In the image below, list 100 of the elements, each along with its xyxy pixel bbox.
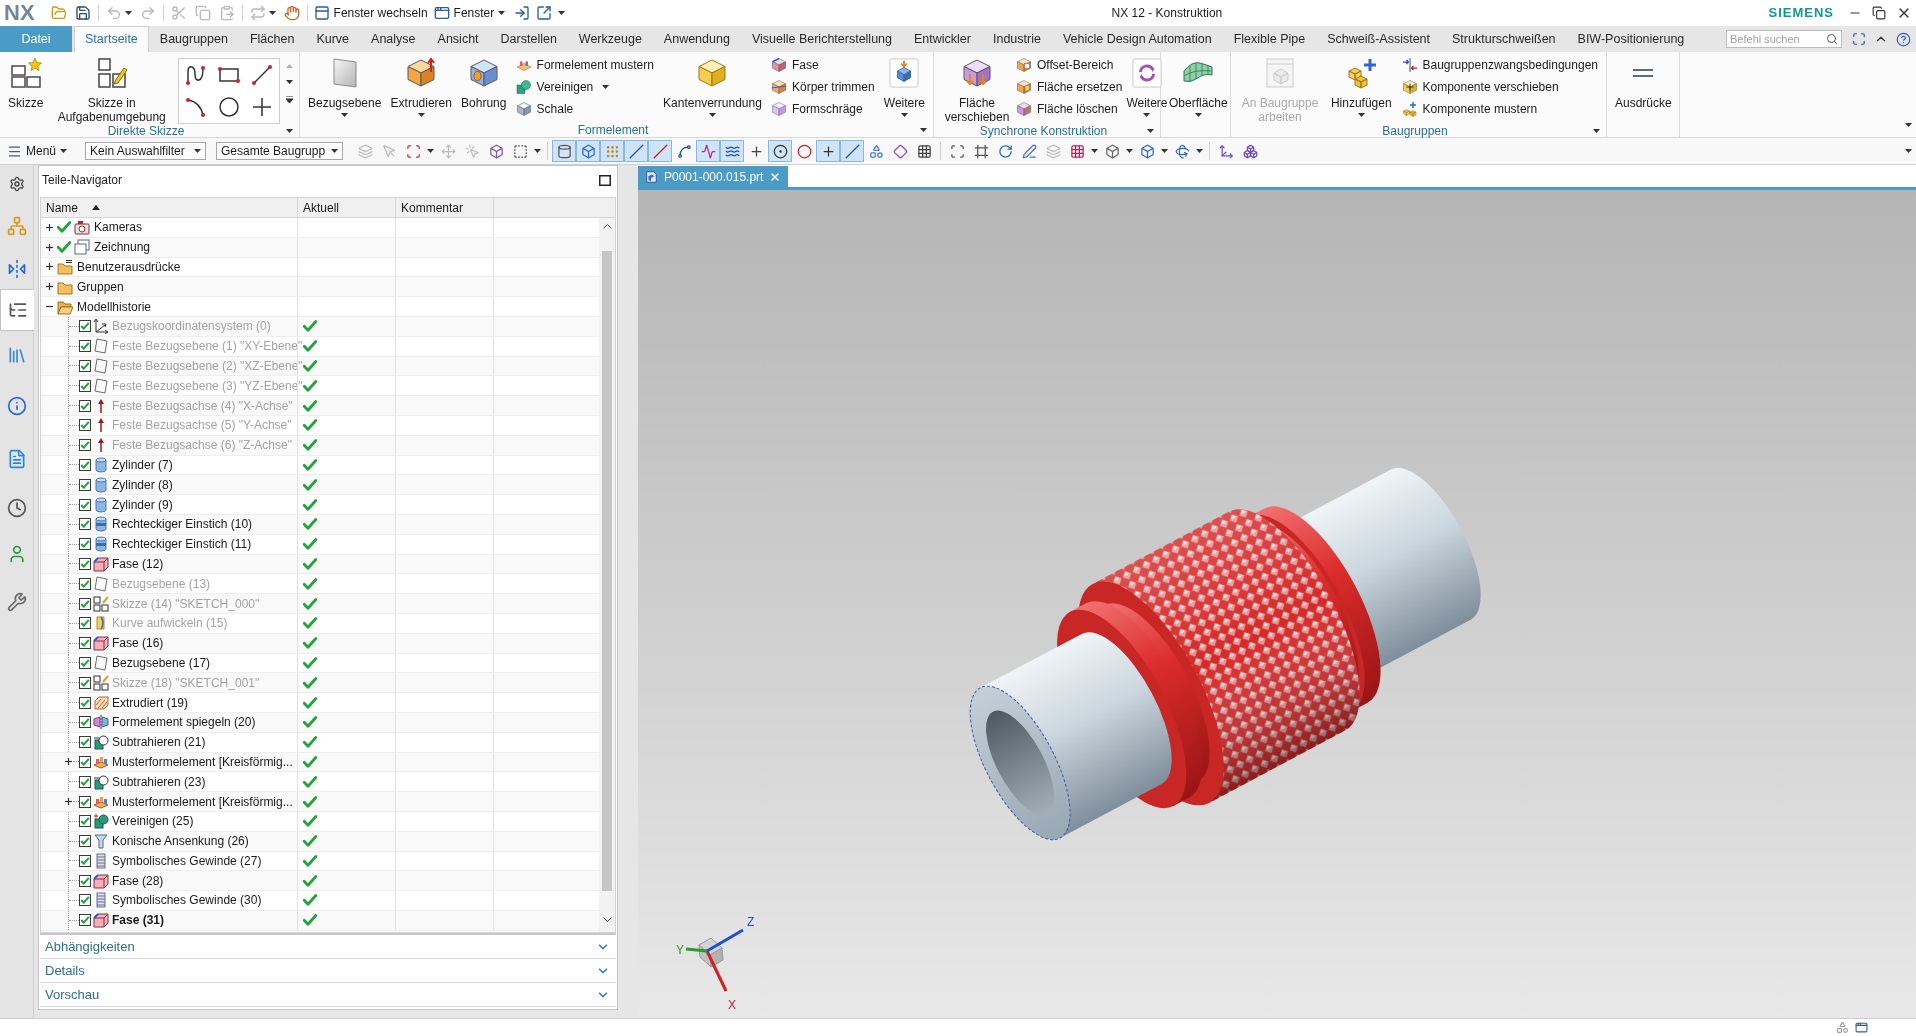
plus-icon[interactable]: [251, 96, 274, 118]
ribbon-button[interactable]: Komponente mustern: [1399, 98, 1600, 120]
tree-item-label[interactable]: Fase (28): [112, 871, 164, 890]
ribbon-button[interactable]: Fläche ersetzen: [1014, 76, 1125, 98]
ribbon-button[interactable]: Weitere: [881, 52, 927, 117]
ribbon-button[interactable]: Komponente verschieben: [1399, 76, 1600, 98]
checkbox[interactable]: [79, 874, 91, 887]
checkbox[interactable]: [79, 359, 91, 372]
filter-dropdown[interactable]: Kein Auswahlfilter: [85, 142, 207, 160]
settings-icon[interactable]: [8, 176, 25, 192]
tree-item-label[interactable]: Modellhistorie: [77, 297, 152, 316]
menu-tab[interactable]: Werkzeuge: [567, 26, 653, 52]
tool-button[interactable]: [720, 140, 745, 162]
section-header[interactable]: Vorschau: [40, 983, 616, 1007]
checkbox[interactable]: [79, 399, 91, 412]
checkbox[interactable]: [79, 656, 91, 669]
menu-tab[interactable]: BIW-Positionierung: [1566, 26, 1696, 52]
menu-tab[interactable]: Visuelle Berichterstellung: [740, 26, 903, 52]
tree-item-label[interactable]: Subtrahieren (23): [112, 772, 206, 791]
menu-tab[interactable]: Ansicht: [426, 26, 490, 52]
column-header[interactable]: Kommentar: [401, 198, 464, 217]
menu-tab[interactable]: Entwickler: [903, 26, 982, 52]
checkbox[interactable]: [79, 716, 91, 729]
ribbon-button[interactable]: Oberfläche: [1167, 52, 1230, 117]
menu-tab[interactable]: Flächen: [238, 26, 306, 52]
tree-item-label[interactable]: Symbolisches Gewinde (27): [112, 851, 262, 870]
circle-icon[interactable]: [218, 96, 240, 118]
ribbon-button[interactable]: Fase: [769, 54, 877, 76]
menu-tab[interactable]: Startseite: [74, 26, 149, 52]
tree-item-label[interactable]: Extrudiert (19): [112, 693, 189, 712]
checkbox[interactable]: [79, 379, 91, 392]
filter-dropdown[interactable]: Gesamte Baugrupp: [216, 142, 344, 160]
checkbox[interactable]: [79, 676, 91, 689]
ribbon-button[interactable]: Baugruppenzwangsbedingungen: [1399, 54, 1600, 76]
ribbon-button[interactable]: Skizze in Aufgabenumgebung: [55, 52, 168, 124]
column-header[interactable]: Aktuell: [303, 198, 340, 217]
ribbon-button[interactable]: Fläche verschieben: [940, 52, 1014, 124]
checkbox[interactable]: [79, 775, 91, 788]
tree-item-label[interactable]: Benutzerausdrücke: [77, 258, 181, 276]
window-icon[interactable]: [1855, 1021, 1868, 1034]
menu-tab[interactable]: Kurve: [305, 26, 361, 52]
scrollbar-thumb[interactable]: [602, 251, 612, 891]
checkbox[interactable]: [79, 340, 91, 353]
ribbon-button[interactable]: Kantenverrundung: [661, 52, 764, 117]
ribbon-button[interactable]: Formschräge: [769, 98, 877, 120]
login-arrow-icon[interactable]: [514, 5, 531, 21]
checkbox[interactable]: [79, 597, 91, 610]
checkbox[interactable]: [79, 439, 91, 452]
ribbon-button[interactable]: Bezugsebene: [306, 52, 384, 117]
scrollbar[interactable]: [599, 218, 615, 932]
ribbon-button[interactable]: Ausdrücke: [1613, 52, 1674, 110]
ribbon-button[interactable]: Skizze: [6, 52, 46, 110]
tree-item-label[interactable]: Fase (12): [112, 554, 164, 573]
tree-item-label[interactable]: Fase (31): [112, 911, 165, 930]
section-header[interactable]: Abhängigkeiten: [40, 935, 616, 959]
tool-button[interactable]: [624, 140, 649, 162]
checkbox[interactable]: [79, 696, 91, 709]
menu-tab[interactable]: Strukturschweißen: [1441, 26, 1567, 52]
expand-icon[interactable]: [64, 797, 73, 806]
checkbox[interactable]: [79, 854, 91, 867]
checkbox[interactable]: [79, 736, 91, 749]
tree-item-label[interactable]: Fase (16): [112, 634, 164, 653]
menu-tab[interactable]: Analyse: [360, 26, 427, 52]
arc-icon[interactable]: [184, 96, 207, 118]
window-command-button[interactable]: Fenster: [430, 2, 509, 24]
menu-tab[interactable]: Schweiß-Assistent: [1316, 26, 1442, 52]
tree-item-label[interactable]: Zeichnung: [94, 238, 151, 257]
ribbon-button[interactable]: Offset-Bereich: [1014, 54, 1125, 76]
rectangle-icon[interactable]: [218, 64, 240, 86]
checkbox[interactable]: [79, 795, 91, 808]
menu-tab[interactable]: Anwendung: [652, 26, 741, 52]
checkbox[interactable]: [79, 617, 91, 630]
menu-tab[interactable]: Flexible Pipe: [1222, 26, 1317, 52]
section-header[interactable]: Details: [40, 959, 616, 983]
tool-button[interactable]: [840, 140, 865, 162]
fullscreen-icon[interactable]: [1852, 32, 1866, 46]
checkbox[interactable]: [79, 557, 91, 570]
tree-item-label[interactable]: Zylinder (8): [112, 475, 173, 494]
checkbox[interactable]: [79, 518, 91, 531]
menu-button[interactable]: Menü: [7, 142, 68, 160]
ribbon-button[interactable]: Vereinigen: [513, 76, 656, 98]
ribbon-button[interactable]: Weitere: [1124, 52, 1170, 117]
expand-icon[interactable]: [64, 757, 73, 767]
checkbox[interactable]: [79, 835, 91, 848]
window-command-button[interactable]: Fenster wechseln: [310, 2, 431, 24]
tool-button[interactable]: [768, 140, 793, 162]
checkbox[interactable]: [79, 478, 91, 491]
ribbon-button[interactable]: Körper trimmen: [769, 76, 877, 98]
tree-item-label[interactable]: Gruppen: [77, 277, 124, 296]
search-icon[interactable]: [1826, 33, 1838, 45]
profile-curve-icon[interactable]: [184, 64, 207, 86]
ribbon-button[interactable]: Formelement mustern: [513, 54, 656, 76]
line-icon[interactable]: [251, 64, 274, 86]
tree-item-label[interactable]: Kameras: [94, 218, 143, 237]
tree-item-label[interactable]: Symbolisches Gewinde (30): [112, 891, 262, 910]
checkbox[interactable]: [79, 577, 91, 590]
ribbon-button[interactable]: Hinzufügen: [1328, 52, 1394, 117]
expand-icon[interactable]: [45, 282, 54, 292]
box-arrow-icon[interactable]: [536, 5, 553, 21]
checkbox[interactable]: [79, 815, 91, 828]
